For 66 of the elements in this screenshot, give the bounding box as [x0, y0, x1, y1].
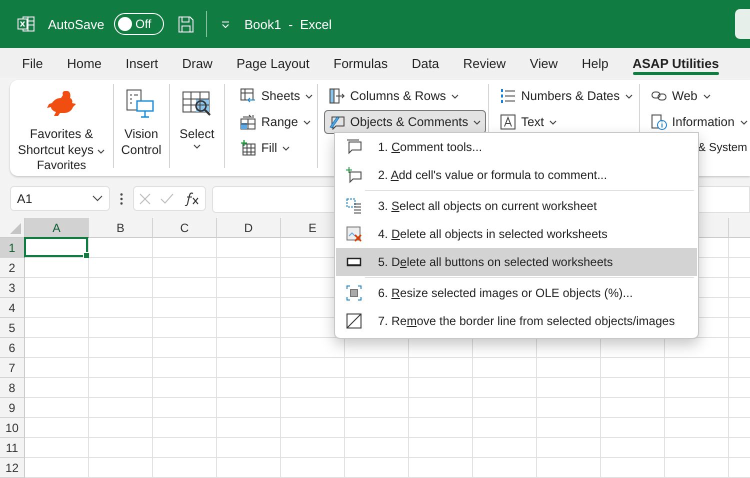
ribbon-tab[interactable]: Home: [54, 48, 114, 78]
select-all-icon[interactable]: [10, 223, 21, 234]
row-header[interactable]: 9: [0, 398, 25, 418]
group-label: Favorites: [36, 158, 86, 172]
autosave-toggle[interactable]: Off: [114, 13, 164, 35]
row-header[interactable]: 11: [0, 438, 25, 458]
cancel-icon[interactable]: [138, 192, 151, 204]
ribbon-tab[interactable]: Page Layout: [224, 48, 322, 78]
comment-pencil-icon: [329, 114, 346, 130]
rabbit-icon: [44, 89, 78, 119]
ribbon-tab[interactable]: Formulas: [322, 48, 400, 78]
ribbon-tab[interactable]: Help: [570, 48, 620, 78]
numbered-list-icon: [500, 88, 516, 104]
row-header[interactable]: 6: [0, 338, 25, 358]
ribbon-button[interactable]: Favorites & Shortcut keys: [10, 80, 113, 158]
row-header[interactable]: 4: [0, 298, 25, 318]
ribbon-tab[interactable]: File: [10, 48, 55, 78]
row-header[interactable]: 7: [0, 358, 25, 378]
table-arrow-icon: [240, 88, 256, 104]
function-icon[interactable]: [184, 192, 200, 206]
more-options-icon[interactable]: [120, 193, 123, 205]
row-header[interactable]: 3: [0, 278, 25, 298]
ribbon-tab[interactable]: Insert: [114, 48, 170, 78]
ribbon-tab[interactable]: Review: [451, 48, 518, 78]
menu-item[interactable]: 7. Remove the border line from selected objects/images: [336, 307, 697, 335]
range-arrows-icon: [240, 114, 256, 130]
ribbon-tab[interactable]: Draw: [170, 48, 224, 78]
column-header[interactable]: A: [25, 218, 89, 238]
square-slash-icon: [346, 313, 362, 329]
row-header[interactable]: 2: [0, 258, 25, 278]
comment-plus-icon: [346, 167, 362, 183]
row-header[interactable]: 1: [0, 238, 25, 258]
selection-list-icon: [346, 198, 362, 214]
image-delete-icon: [346, 226, 362, 242]
ribbon-button[interactable]: Objects & Comments: [324, 110, 486, 134]
menu-item[interactable]: 1. Comment tools...: [336, 133, 697, 161]
table-plus-icon: [240, 140, 256, 156]
resize-icon: [346, 285, 362, 301]
autosave-label: AutoSave: [48, 16, 104, 32]
text-box-icon: [500, 114, 516, 130]
comment-icon: [346, 139, 362, 155]
menu-item[interactable]: 5. Delete all buttons on selected worksheets: [336, 248, 697, 276]
menu-item[interactable]: 2. Add cell's value or formula to comment...: [336, 161, 697, 189]
excel-icon: [17, 15, 35, 33]
menu-item[interactable]: 6. Resize selected images or OLE objects (%)...: [336, 279, 697, 307]
chevron-down-icon: [92, 195, 103, 202]
row-header[interactable]: 5: [0, 318, 25, 338]
name-box[interactable]: A1: [10, 186, 110, 211]
column-header[interactable]: B: [89, 218, 153, 238]
column-header[interactable]: C: [153, 218, 217, 238]
row-header[interactable]: 12: [0, 458, 25, 478]
save-icon[interactable]: [178, 16, 194, 32]
menu-item[interactable]: 3. Select all objects on current worksheet: [336, 192, 697, 220]
column-header[interactable]: D: [217, 218, 281, 238]
ribbon-tab[interactable]: View: [518, 48, 570, 78]
ribbon-button[interactable]: Vision Control: [114, 80, 169, 176]
customize-caret-icon[interactable]: [221, 20, 230, 28]
ribbon-tab[interactable]: Data: [400, 48, 452, 78]
check-icon[interactable]: [160, 193, 174, 204]
columns-arrow-icon: [329, 88, 346, 104]
row-header[interactable]: 10: [0, 418, 25, 438]
info-document-icon: [651, 114, 668, 130]
ribbon-button[interactable]: Select: [170, 80, 224, 176]
ribbon-tab[interactable]: ASAP Utilities: [620, 48, 731, 78]
row-header[interactable]: 8: [0, 378, 25, 398]
window-title: Book1 - Excel: [244, 16, 332, 32]
